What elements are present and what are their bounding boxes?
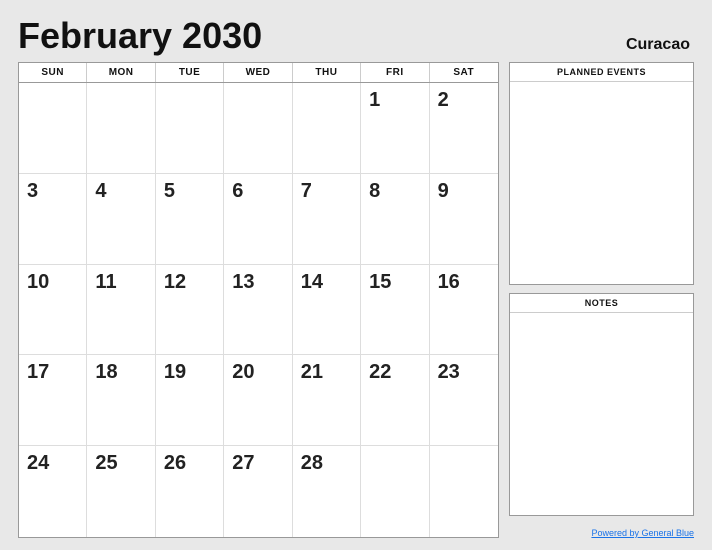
calendar-cell-13: 13 [224, 265, 292, 356]
calendar-cell-empty [430, 446, 498, 537]
footer: Powered by General Blue [509, 524, 694, 538]
calendar-cell-14: 14 [293, 265, 361, 356]
calendar-cell-5: 5 [156, 174, 224, 265]
calendar-cell-16: 16 [430, 265, 498, 356]
month-title: February 2030 [18, 18, 262, 54]
calendar-cell-28: 28 [293, 446, 361, 537]
calendar-cell-18: 18 [87, 355, 155, 446]
calendar-section: SUN MON TUE WED THU FRI SAT 1 2 3 4 [18, 62, 499, 538]
calendar-cell-24: 24 [19, 446, 87, 537]
calendar-cell-empty [361, 446, 429, 537]
calendar-cell [19, 83, 87, 174]
day-header-wed: WED [224, 63, 292, 82]
calendar-page: February 2030 Curacao SUN MON TUE WED TH… [0, 0, 712, 550]
calendar-cell-7: 7 [293, 174, 361, 265]
day-header-sat: SAT [430, 63, 498, 82]
location: Curacao [626, 36, 694, 54]
calendar-cell-27: 27 [224, 446, 292, 537]
calendar-cell-17: 17 [19, 355, 87, 446]
calendar-cell-3: 3 [19, 174, 87, 265]
calendar-grid: 1 2 3 4 5 6 7 8 9 10 11 12 13 14 15 16 1… [19, 83, 498, 537]
day-header-mon: MON [87, 63, 155, 82]
planned-events-title: PLANNED EVENTS [510, 63, 693, 82]
day-header-tue: TUE [156, 63, 224, 82]
day-header-sun: SUN [19, 63, 87, 82]
notes-title: NOTES [510, 294, 693, 313]
calendar-cell [156, 83, 224, 174]
calendar-cell-11: 11 [87, 265, 155, 356]
day-header-fri: FRI [361, 63, 429, 82]
calendar-cell-25: 25 [87, 446, 155, 537]
notes-box: NOTES [509, 293, 694, 516]
calendar-cell-2: 2 [430, 83, 498, 174]
calendar-cell-23: 23 [430, 355, 498, 446]
calendar-cell-8: 8 [361, 174, 429, 265]
calendar-cell-19: 19 [156, 355, 224, 446]
calendar-cell-22: 22 [361, 355, 429, 446]
calendar-cell-1: 1 [361, 83, 429, 174]
calendar-cell-15: 15 [361, 265, 429, 356]
powered-by-link[interactable]: Powered by General Blue [591, 528, 694, 538]
calendar-cell-21: 21 [293, 355, 361, 446]
calendar-cell-12: 12 [156, 265, 224, 356]
main-content: SUN MON TUE WED THU FRI SAT 1 2 3 4 [18, 62, 694, 538]
calendar-cell [224, 83, 292, 174]
planned-events-content [510, 82, 693, 284]
calendar-cell-20: 20 [224, 355, 292, 446]
sidebar: PLANNED EVENTS NOTES Powered by General … [509, 62, 694, 538]
planned-events-box: PLANNED EVENTS [509, 62, 694, 285]
calendar-cell-6: 6 [224, 174, 292, 265]
calendar-cell [87, 83, 155, 174]
day-headers: SUN MON TUE WED THU FRI SAT [19, 63, 498, 83]
calendar-cell-9: 9 [430, 174, 498, 265]
calendar-cell-26: 26 [156, 446, 224, 537]
header-row: February 2030 Curacao [18, 18, 694, 54]
calendar-cell [293, 83, 361, 174]
calendar-cell-4: 4 [87, 174, 155, 265]
day-header-thu: THU [293, 63, 361, 82]
notes-content [510, 313, 693, 515]
calendar-cell-10: 10 [19, 265, 87, 356]
